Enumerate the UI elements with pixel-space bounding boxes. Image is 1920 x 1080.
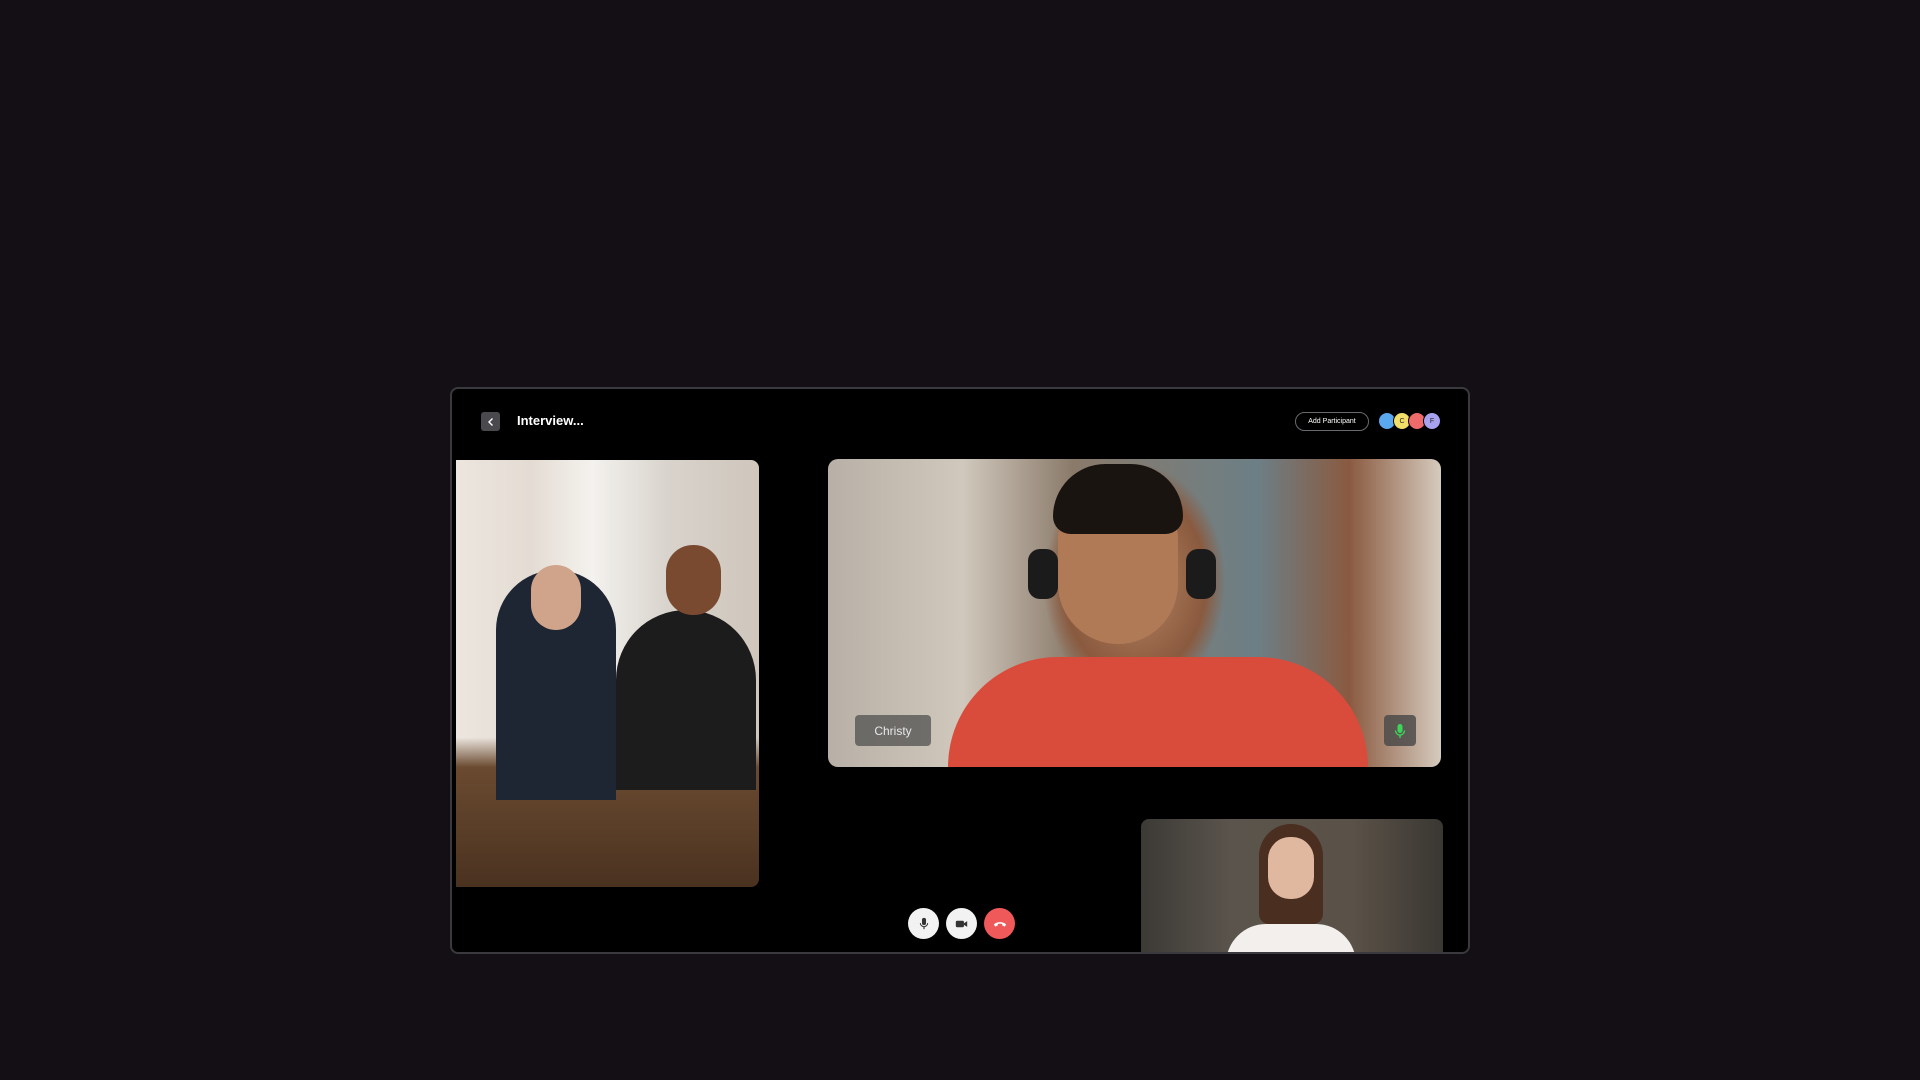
chevron-left-icon xyxy=(487,417,493,426)
headphone-icon xyxy=(1186,549,1216,599)
camera-button[interactable] xyxy=(946,908,977,939)
mute-button[interactable] xyxy=(908,908,939,939)
microphone-icon xyxy=(919,917,928,930)
video-call-window: Interview... Add Participant C F Christy xyxy=(450,387,1470,954)
call-title: Interview... xyxy=(517,413,584,428)
self-view-shirt xyxy=(1226,924,1356,952)
speaker-shirt xyxy=(948,657,1368,767)
speaker-name-label: Christy xyxy=(855,715,931,746)
phone-hangup-icon xyxy=(993,921,1006,927)
main-speaker-video[interactable]: Christy xyxy=(828,459,1441,767)
participant-woman-head xyxy=(666,545,721,615)
add-participant-button[interactable]: Add Participant xyxy=(1295,412,1369,431)
self-view-video[interactable] xyxy=(1141,819,1443,952)
end-call-button[interactable] xyxy=(984,908,1015,939)
participant-video-tile-group[interactable] xyxy=(456,460,759,887)
avatar[interactable]: F xyxy=(1423,412,1441,430)
speaker-mic-indicator xyxy=(1384,715,1416,746)
participant-woman-body xyxy=(616,610,756,790)
back-button[interactable] xyxy=(481,412,500,431)
self-view-face xyxy=(1268,837,1314,899)
video-camera-icon xyxy=(955,920,968,927)
speaker-hair xyxy=(1053,464,1183,534)
participant-man-head xyxy=(531,565,581,630)
microphone-icon xyxy=(1394,723,1406,738)
headphone-icon xyxy=(1028,549,1058,599)
